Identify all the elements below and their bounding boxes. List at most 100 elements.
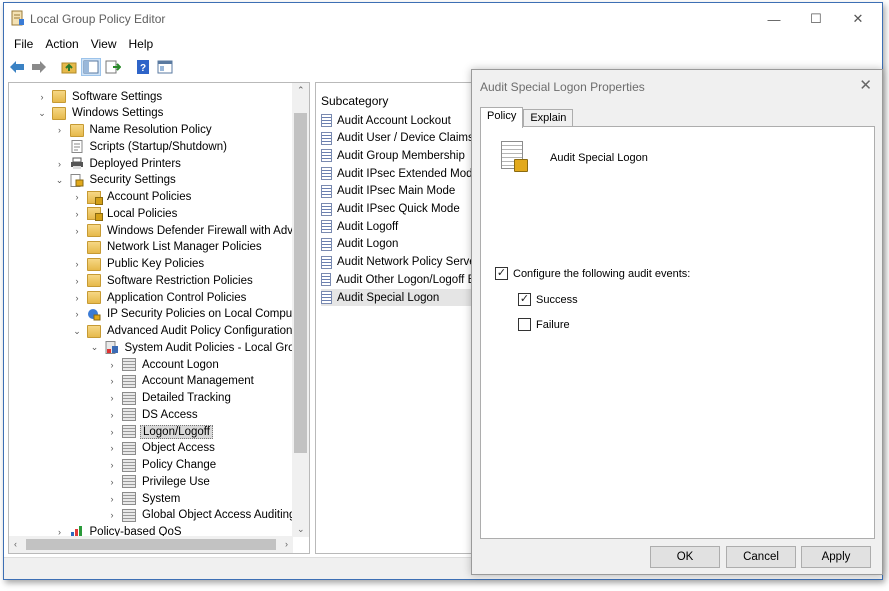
tree-item[interactable]: › Policy Change — [106, 457, 218, 474]
expand-chevron-icon[interactable]: › — [106, 360, 118, 370]
tree-item[interactable]: › Deployed Printers — [54, 155, 183, 172]
tab-explain[interactable]: Explain — [523, 109, 574, 127]
cancel-button[interactable]: Cancel — [726, 546, 796, 568]
audit-icon — [122, 508, 136, 522]
dialog-close-icon[interactable]: ✕ — [859, 76, 872, 94]
expand-chevron-icon[interactable]: › — [106, 510, 118, 520]
list-item[interactable]: Audit IPsec Main Mode — [321, 183, 481, 200]
expand-chevron-icon[interactable]: › — [54, 159, 66, 169]
failure-checkbox[interactable] — [518, 318, 531, 331]
collapse-chevron-icon[interactable]: ⌄ — [54, 175, 66, 186]
expand-chevron-icon[interactable]: › — [71, 259, 83, 269]
tree-item[interactable]: ⌄ Windows Settings — [36, 105, 165, 122]
subcategory-column-header[interactable]: Subcategory — [321, 94, 388, 108]
list-item[interactable]: Audit Network Policy Server — [321, 254, 481, 271]
list-item[interactable]: Audit Logon — [321, 236, 481, 253]
tree-vertical-scrollbar[interactable]: ⌃ ⌄ — [292, 83, 309, 537]
expand-chevron-icon[interactable]: › — [71, 276, 83, 286]
expand-chevron-icon[interactable]: › — [71, 209, 83, 219]
collapse-chevron-icon[interactable]: ⌄ — [36, 108, 48, 119]
scroll-down-arrow-icon[interactable]: ⌄ — [297, 524, 305, 535]
scroll-right-arrow-icon[interactable]: › — [285, 539, 288, 549]
help-icon[interactable]: ? — [133, 58, 153, 76]
expand-chevron-icon[interactable]: › — [106, 410, 118, 420]
tree-item[interactable]: › Logon/Logoff — [106, 423, 213, 440]
tree-item[interactable]: › Name Resolution Policy — [54, 122, 214, 139]
tree-item[interactable]: › Account Policies — [71, 189, 193, 206]
expand-chevron-icon[interactable]: › — [106, 477, 118, 487]
tree-item[interactable]: › Object Access — [106, 440, 217, 457]
tree-item[interactable]: › Detailed Tracking — [106, 390, 233, 407]
tree-item[interactable]: › Account Management — [106, 373, 256, 390]
properties-icon[interactable] — [155, 58, 175, 76]
tree-item[interactable]: › Local Policies — [71, 205, 179, 222]
show-hide-tree-icon[interactable] — [81, 58, 101, 76]
expand-chevron-icon[interactable]: › — [106, 460, 118, 470]
tree-item[interactable]: › Windows Defender Firewall with Advanc — [71, 222, 309, 239]
expand-chevron-icon[interactable]: › — [71, 192, 83, 202]
list-item[interactable]: Audit Account Lockout — [321, 112, 481, 129]
tree-item[interactable]: › System — [106, 490, 182, 507]
tree-item[interactable]: Scripts (Startup/Shutdown) — [54, 138, 229, 155]
expand-chevron-icon[interactable]: › — [71, 226, 83, 236]
tree-item[interactable]: › Account Logon — [106, 356, 221, 373]
tree-item[interactable]: › Software Settings — [36, 88, 164, 105]
back-icon[interactable] — [7, 58, 27, 76]
up-folder-icon[interactable] — [59, 58, 79, 76]
list-item[interactable]: Audit IPsec Extended Mode — [321, 165, 481, 182]
expand-chevron-icon[interactable]: › — [106, 427, 118, 437]
apply-button[interactable]: Apply — [801, 546, 871, 568]
expand-chevron-icon[interactable]: › — [71, 293, 83, 303]
tree-item[interactable]: › DS Access — [106, 406, 200, 423]
tree-item[interactable]: › IP Security Policies on Local Computer — [71, 306, 308, 323]
list-item[interactable]: Audit Logoff — [321, 218, 481, 235]
export-list-icon[interactable] — [103, 58, 123, 76]
tree-item[interactable]: › Global Object Access Auditing — [106, 507, 297, 524]
subcategory-list[interactable]: Subcategory Audit Account Lockout Audit U… — [315, 82, 485, 554]
menu-action[interactable]: Action — [39, 35, 84, 55]
forward-icon[interactable] — [29, 58, 49, 76]
collapse-chevron-icon[interactable]: ⌄ — [89, 342, 101, 353]
tree-item[interactable]: › Privilege Use — [106, 473, 212, 490]
configure-audit-checkbox[interactable]: ✓ — [495, 267, 508, 280]
expand-chevron-icon[interactable]: › — [106, 393, 118, 403]
tree-item[interactable]: › Application Control Policies — [71, 289, 248, 306]
close-button[interactable]: ✕ — [836, 7, 880, 31]
minimize-button[interactable]: — — [752, 7, 796, 31]
expand-chevron-icon[interactable]: › — [106, 376, 118, 386]
menu-view[interactable]: View — [85, 35, 123, 55]
expand-chevron-icon[interactable]: › — [106, 443, 118, 453]
list-item[interactable]: Audit Group Membership — [321, 147, 481, 164]
tree-horizontal-scroll-thumb[interactable] — [26, 539, 276, 550]
tree-item[interactable]: › Public Key Policies — [71, 256, 206, 273]
list-item[interactable]: Audit Other Logon/Logoff Ev — [321, 271, 481, 288]
audit-icon — [122, 441, 136, 455]
expand-chevron-icon[interactable]: › — [106, 494, 118, 504]
expand-chevron-icon[interactable]: › — [36, 92, 48, 102]
console-tree[interactable]: › Software Settings ⌄ Windows Settings › Name… — [8, 82, 310, 554]
tree-item[interactable]: › Software Restriction Policies — [71, 272, 255, 289]
ok-button[interactable]: OK — [650, 546, 720, 568]
list-item[interactable]: Audit IPsec Quick Mode — [321, 201, 481, 218]
scroll-up-arrow-icon[interactable]: ⌃ — [297, 85, 305, 96]
menu-help[interactable]: Help — [123, 35, 160, 55]
expand-chevron-icon[interactable]: › — [71, 309, 83, 319]
failure-row[interactable]: Failure — [518, 318, 570, 331]
tree-item[interactable]: ⌄ Security Settings — [54, 172, 178, 189]
success-row[interactable]: ✓ Success — [518, 293, 578, 306]
tree-item[interactable]: Network List Manager Policies — [71, 239, 264, 256]
configure-audit-row[interactable]: ✓ Configure the following audit events: — [495, 267, 690, 280]
tree-item[interactable]: ⌄ Advanced Audit Policy Configuration — [71, 323, 294, 340]
tree-item[interactable]: ⌄ System Audit Policies - Local Group — [89, 339, 310, 356]
list-item[interactable]: Audit Special Logon — [321, 289, 476, 306]
tree-horizontal-scrollbar[interactable]: ‹ › — [9, 536, 293, 553]
tree-vertical-scroll-thumb[interactable] — [294, 113, 307, 453]
scroll-left-arrow-icon[interactable]: ‹ — [14, 539, 17, 549]
maximize-button[interactable]: ☐ — [794, 7, 838, 31]
expand-chevron-icon[interactable]: › — [54, 125, 66, 135]
list-item[interactable]: Audit User / Device Claims — [321, 130, 481, 147]
tab-policy[interactable]: Policy — [480, 107, 524, 128]
menu-file[interactable]: File — [8, 35, 39, 55]
collapse-chevron-icon[interactable]: ⌄ — [71, 326, 83, 337]
success-checkbox[interactable]: ✓ — [518, 293, 531, 306]
